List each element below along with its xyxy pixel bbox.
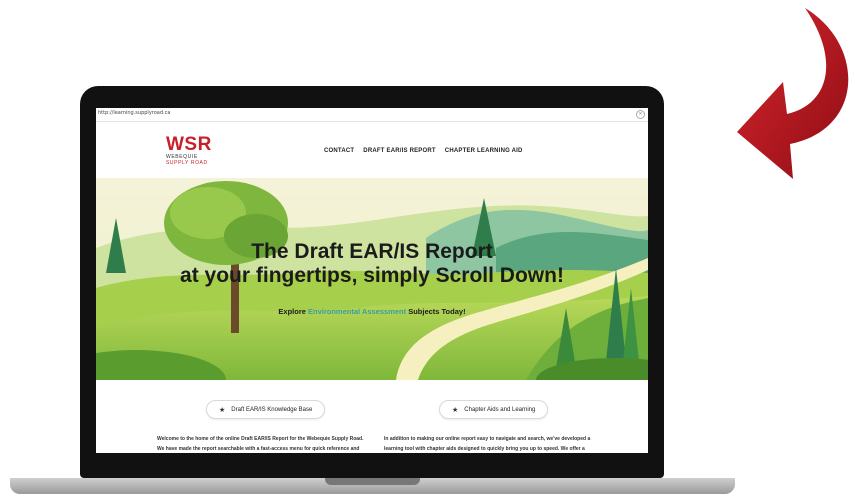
nav-contact[interactable]: CONTACT bbox=[324, 148, 354, 154]
hero-title: The Draft EAR/IS Report at your fingerti… bbox=[96, 240, 648, 288]
address-bar[interactable]: http://learning.supplyroad.ca × bbox=[96, 108, 648, 122]
url-text[interactable]: http://learning.supplyroad.ca bbox=[98, 110, 170, 116]
hero-banner: The Draft EAR/IS Report at your fingerti… bbox=[96, 178, 648, 380]
laptop-notch bbox=[325, 478, 420, 485]
laptop-screen: http://learning.supplyroad.ca × WSR WEBE… bbox=[96, 108, 648, 453]
hero-sub-highlight[interactable]: Environmental Assessment bbox=[308, 307, 406, 316]
knowledge-base-label: Draft EAR/IS Knowledge Base bbox=[231, 406, 313, 413]
hero-title-line1: The Draft EAR/IS Report bbox=[251, 240, 493, 263]
intro-paragraph-left: Welcome to the home of the online Draft … bbox=[157, 434, 382, 453]
main-nav: CONTACT DRAFT EAR/IS REPORT CHAPTER LEAR… bbox=[324, 148, 523, 154]
star-icon: ★ bbox=[452, 406, 459, 414]
intro-right-line1: In addition to making our online report … bbox=[384, 436, 591, 442]
hero-title-line2: at your fingertips, simply Scroll Down! bbox=[180, 264, 564, 287]
knowledge-base-button[interactable]: ★ Draft EAR/IS Knowledge Base bbox=[206, 400, 326, 419]
intro-paragraph-right: In addition to making our online report … bbox=[384, 434, 619, 453]
chapter-aids-label: Chapter Aids and Learning bbox=[464, 406, 536, 413]
hero-sub-after: Subjects Today! bbox=[406, 307, 466, 316]
close-icon[interactable]: × bbox=[636, 110, 645, 119]
nav-draft-report[interactable]: DRAFT EAR/IS REPORT bbox=[363, 148, 435, 154]
hero-sub-before: Explore bbox=[278, 307, 309, 316]
star-icon: ★ bbox=[219, 406, 226, 414]
chapter-aids-button[interactable]: ★ Chapter Aids and Learning bbox=[439, 400, 549, 419]
logo-line2: SUPPLY ROAD bbox=[166, 160, 208, 166]
logo-abbr: WSR bbox=[166, 134, 212, 155]
intro-right-line2: learning tool with chapter aids designed… bbox=[384, 446, 585, 452]
intro-left-line1: Welcome to the home of the online Draft … bbox=[157, 436, 364, 442]
nav-chapter-learning-aid[interactable]: CHAPTER LEARNING AID bbox=[445, 148, 523, 154]
hero-subtitle: Explore Environmental Assessment Subject… bbox=[96, 307, 648, 316]
curved-arrow-icon bbox=[737, 8, 849, 179]
site-logo[interactable]: WSR WEBEQUIE SUPPLY ROAD bbox=[166, 134, 214, 166]
intro-left-line2: We have made the report searchable with … bbox=[157, 446, 360, 452]
